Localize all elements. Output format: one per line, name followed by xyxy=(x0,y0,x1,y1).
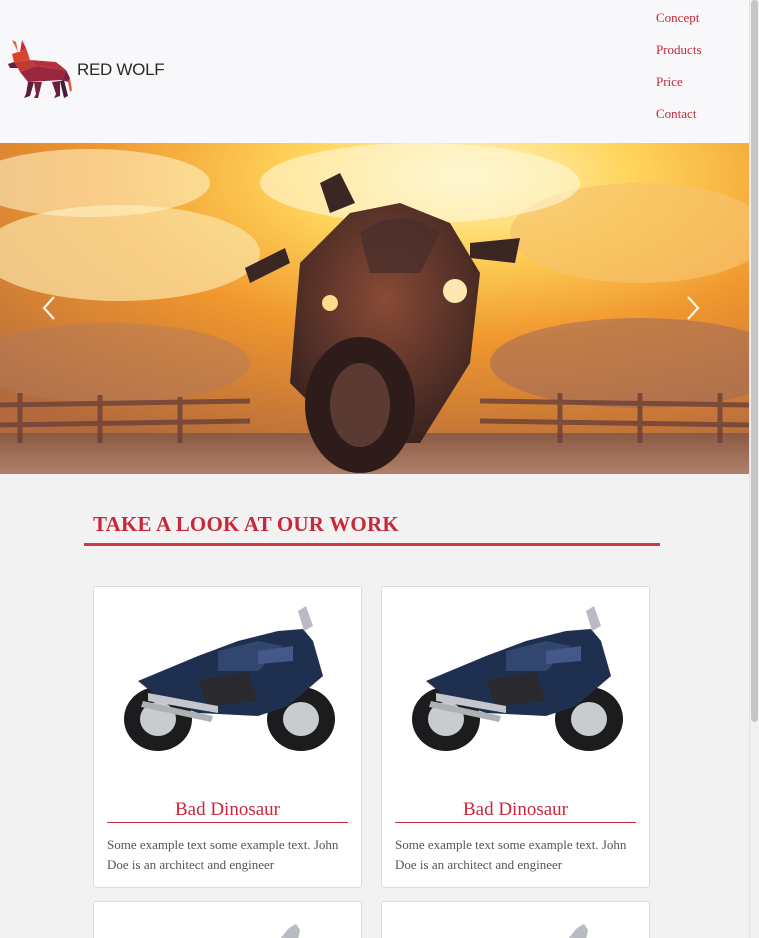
motorcycle-image xyxy=(412,606,623,751)
hero-carousel xyxy=(0,143,749,474)
nav-item-price[interactable]: Price xyxy=(656,74,702,106)
card-text: Some example text some example text. Joh… xyxy=(395,837,627,872)
product-card[interactable]: Bad Dinosaur Some example text some exam… xyxy=(93,586,362,888)
product-card[interactable] xyxy=(381,901,650,938)
scrollbar-thumb[interactable] xyxy=(751,0,758,722)
site-header: RED WOLF Concept Products Price Contact xyxy=(0,0,749,143)
section-divider xyxy=(84,543,660,546)
motorcycle-image xyxy=(124,606,335,751)
main-nav: Concept Products Price Contact xyxy=(656,10,702,138)
card-divider xyxy=(395,822,636,823)
carousel-next-button[interactable] xyxy=(680,293,704,323)
nav-item-products[interactable]: Products xyxy=(656,42,702,74)
product-card[interactable]: Bad Dinosaur Some example text some exam… xyxy=(381,586,650,888)
wolf-logo-icon[interactable] xyxy=(8,38,72,100)
nav-item-contact[interactable]: Contact xyxy=(656,106,702,138)
carousel-prev-button[interactable] xyxy=(38,293,62,323)
brand-name[interactable]: RED WOLF xyxy=(77,60,165,80)
card-divider xyxy=(107,822,348,823)
nav-item-concept[interactable]: Concept xyxy=(656,10,702,42)
hero-motorcycle-image xyxy=(0,143,749,474)
card-text: Some example text some example text. Joh… xyxy=(107,837,339,872)
card-title[interactable]: Bad Dinosaur xyxy=(94,799,361,821)
section-title: TAKE A LOOK AT OUR WORK xyxy=(93,512,399,536)
product-card[interactable] xyxy=(93,901,362,938)
motorcycle-image xyxy=(568,924,588,938)
motorcycle-image xyxy=(280,924,300,938)
card-title[interactable]: Bad Dinosaur xyxy=(382,799,649,821)
